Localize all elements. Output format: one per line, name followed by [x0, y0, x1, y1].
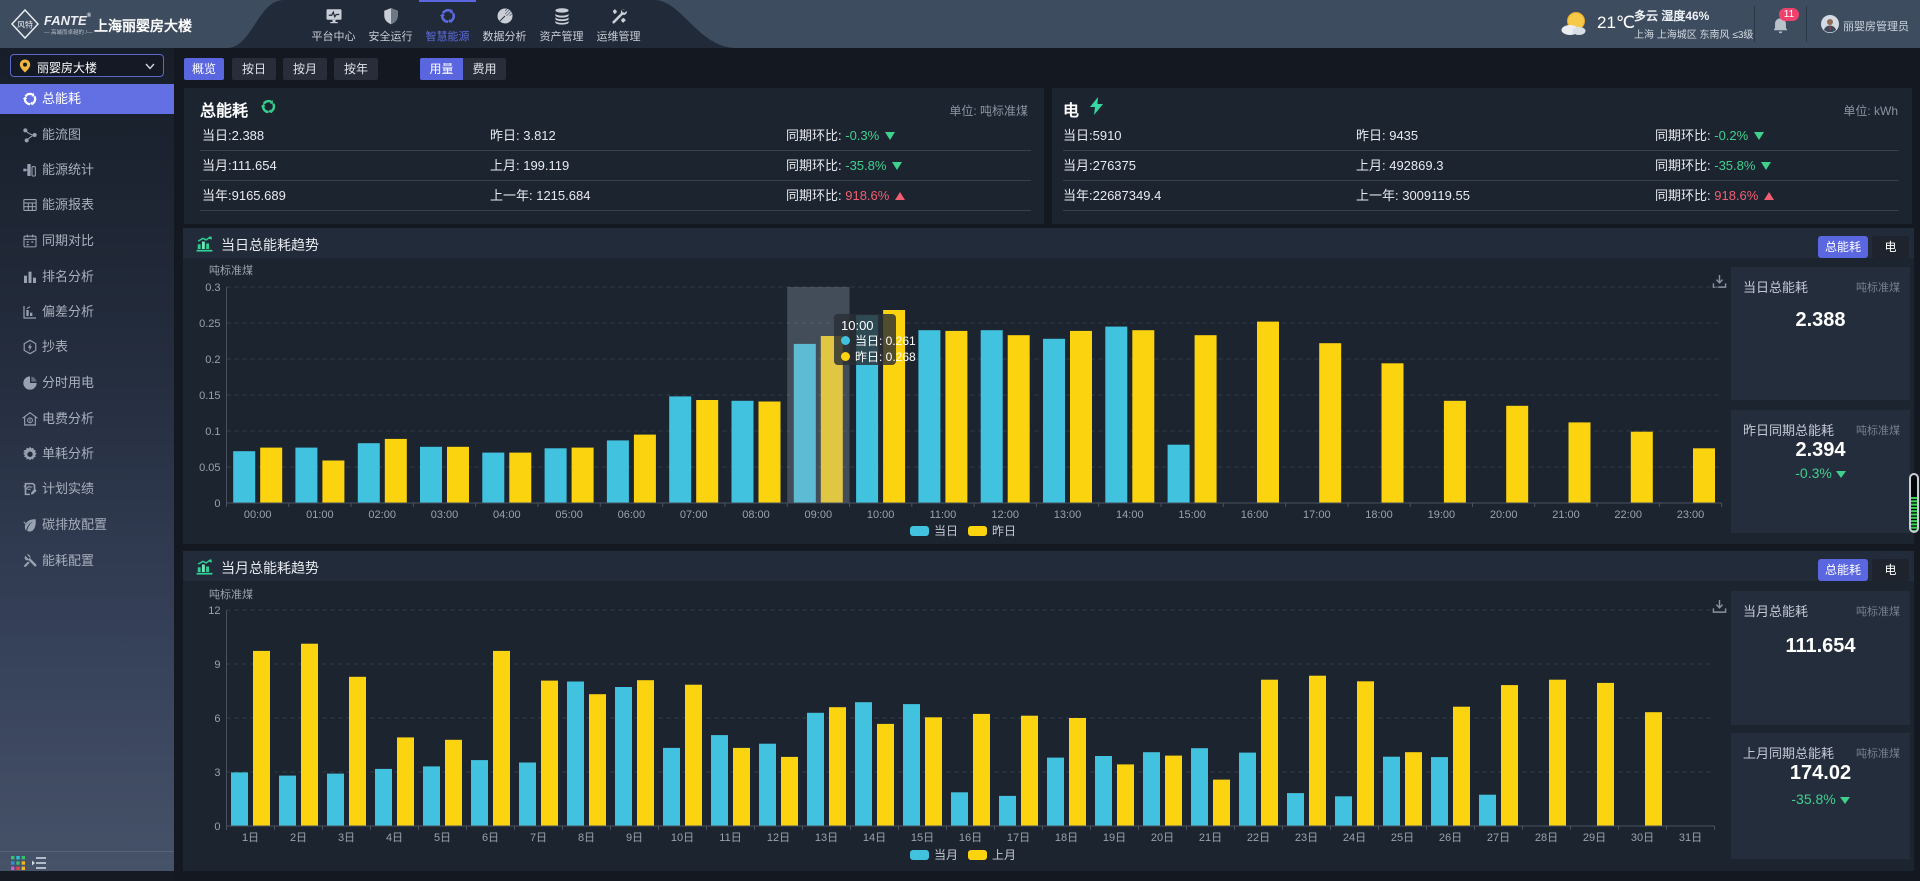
svg-text:22:00: 22:00: [1614, 509, 1642, 521]
svg-text:12: 12: [208, 605, 220, 617]
svg-text:16日: 16日: [959, 832, 982, 844]
svg-text:6日: 6日: [482, 832, 499, 844]
svg-text:10:00: 10:00: [867, 509, 895, 521]
svg-text:09:00: 09:00: [805, 509, 833, 521]
svg-text:4日: 4日: [386, 832, 403, 844]
svg-text:13日: 13日: [815, 832, 838, 844]
svg-text:22日: 22日: [1247, 832, 1270, 844]
svg-text:0.3: 0.3: [205, 282, 220, 294]
svg-text:吨标准煤: 吨标准煤: [209, 263, 253, 277]
svg-text:6: 6: [214, 713, 220, 725]
svg-text:吨标准煤: 吨标准煤: [209, 587, 253, 601]
svg-text:11日: 11日: [719, 832, 741, 844]
svg-text:10日: 10日: [671, 832, 694, 844]
svg-text:19:00: 19:00: [1428, 509, 1456, 521]
svg-text:03:00: 03:00: [431, 509, 459, 521]
svg-text:08:00: 08:00: [742, 509, 770, 521]
svg-text:8日: 8日: [578, 832, 595, 844]
svg-text:21日: 21日: [1199, 832, 1222, 844]
svg-text:0.15: 0.15: [199, 390, 220, 402]
svg-text:14日: 14日: [863, 832, 886, 844]
svg-text:3日: 3日: [338, 832, 355, 844]
svg-text:14:00: 14:00: [1116, 509, 1144, 521]
svg-text:13:00: 13:00: [1054, 509, 1082, 521]
svg-text:01:00: 01:00: [306, 509, 334, 521]
svg-text:5日: 5日: [434, 832, 451, 844]
svg-text:29日: 29日: [1583, 832, 1606, 844]
svg-text:07:00: 07:00: [680, 509, 708, 521]
svg-text:18日: 18日: [1055, 832, 1078, 844]
svg-text:11:00: 11:00: [930, 509, 957, 521]
svg-text:20:00: 20:00: [1490, 509, 1518, 521]
svg-text:06:00: 06:00: [618, 509, 646, 521]
svg-text:05:00: 05:00: [555, 509, 583, 521]
svg-text:3: 3: [214, 767, 220, 779]
svg-text:0.25: 0.25: [199, 318, 220, 330]
svg-text:1日: 1日: [242, 832, 259, 844]
svg-text:15日: 15日: [911, 832, 934, 844]
svg-text:12日: 12日: [767, 832, 790, 844]
svg-text:2日: 2日: [290, 832, 307, 844]
svg-text:19日: 19日: [1103, 832, 1126, 844]
svg-text:9: 9: [214, 659, 220, 671]
svg-text:30日: 30日: [1631, 832, 1654, 844]
svg-text:7日: 7日: [530, 832, 547, 844]
svg-text:0.05: 0.05: [199, 462, 220, 474]
svg-text:23:00: 23:00: [1677, 509, 1705, 521]
svg-text:9日: 9日: [626, 832, 643, 844]
svg-text:17日: 17日: [1007, 832, 1030, 844]
svg-text:0: 0: [214, 821, 220, 833]
svg-text:00:00: 00:00: [244, 509, 272, 521]
svg-text:27日: 27日: [1487, 832, 1510, 844]
svg-text:21:00: 21:00: [1552, 509, 1580, 521]
svg-text:风特: 风特: [17, 20, 33, 30]
svg-text:0.2: 0.2: [205, 354, 220, 366]
svg-text:16:00: 16:00: [1241, 509, 1269, 521]
svg-text:04:00: 04:00: [493, 509, 521, 521]
svg-text:17:00: 17:00: [1303, 509, 1331, 521]
svg-text:25日: 25日: [1391, 832, 1414, 844]
svg-text:31日: 31日: [1679, 832, 1702, 844]
svg-text:02:00: 02:00: [368, 509, 396, 521]
svg-text:24日: 24日: [1343, 832, 1366, 844]
svg-text:20日: 20日: [1151, 832, 1174, 844]
svg-text:0: 0: [214, 498, 220, 510]
svg-text:28日: 28日: [1535, 832, 1558, 844]
svg-text:0.1: 0.1: [205, 426, 220, 438]
svg-text:26日: 26日: [1439, 832, 1462, 844]
svg-text:23日: 23日: [1295, 832, 1318, 844]
svg-text:12:00: 12:00: [991, 509, 1019, 521]
svg-text:18:00: 18:00: [1365, 509, 1393, 521]
svg-text:15:00: 15:00: [1178, 509, 1206, 521]
